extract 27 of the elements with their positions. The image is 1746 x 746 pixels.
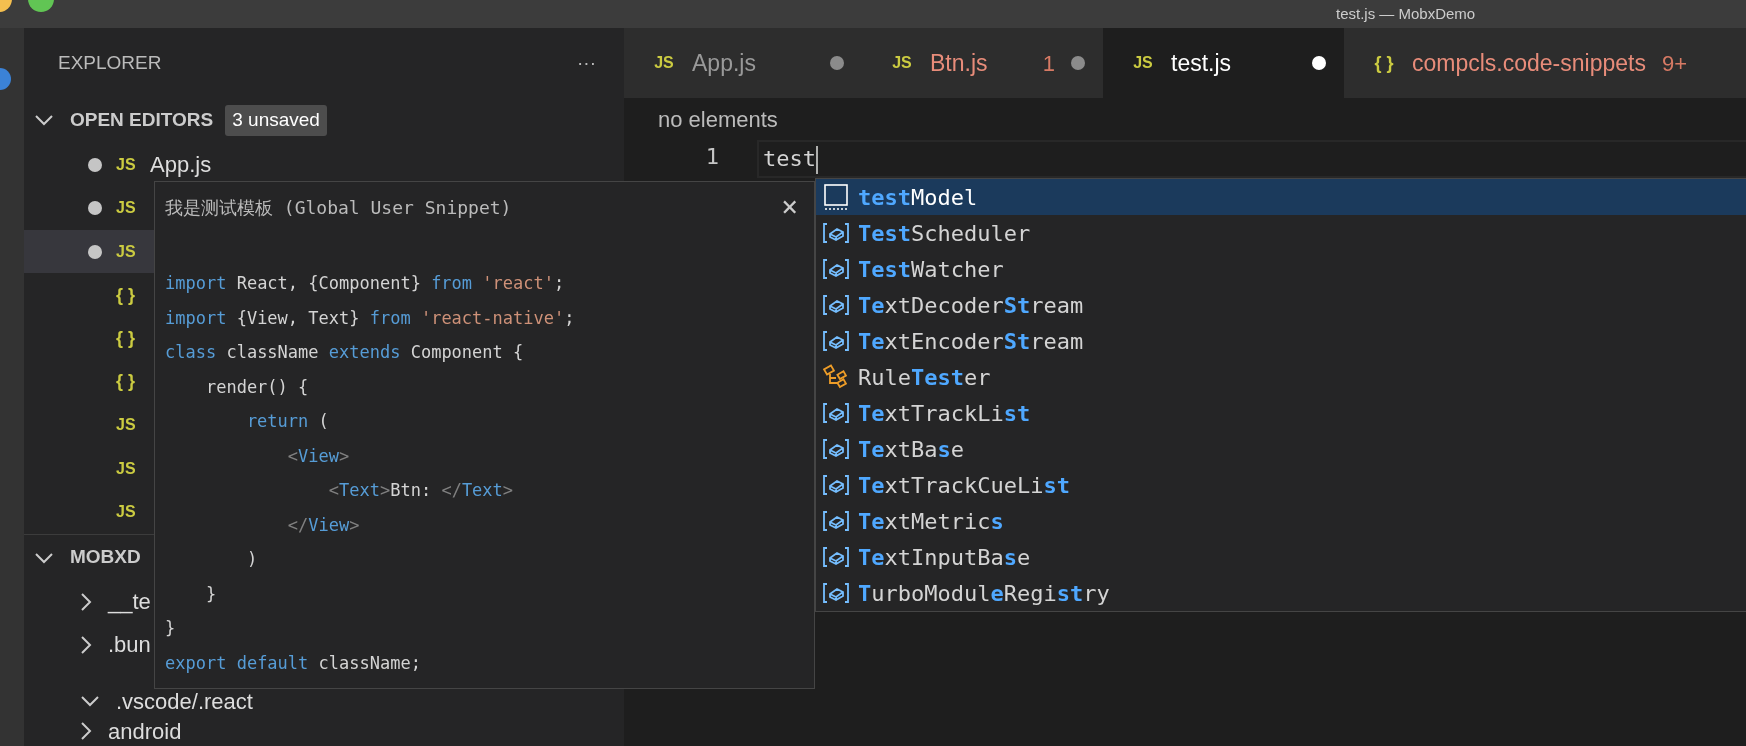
window-title: test.js — MobxDemo [1336,4,1476,24]
code-line: export default className; [165,651,422,675]
code-line: import {View, Text} from 'react-native'; [165,306,576,330]
folder-name: .bun [108,631,151,660]
breadcrumb: no elements [658,105,778,134]
js-file-icon: JS [116,196,140,221]
code-line: return ( [245,410,330,433]
code-text: test [763,146,816,171]
code-line: } [165,617,177,640]
code-line: } [204,582,218,606]
code-line: <Text>Btn: </Text> [327,479,515,502]
unsaved-badge: 3 unsaved [225,105,327,136]
code-line: ) [245,548,259,571]
folder-name: .vscode/.react [116,687,253,716]
code-line: </View> [286,513,361,537]
js-file-icon: JS [116,152,140,177]
code-line: class className extends Component { [165,341,525,364]
file-name: App.js [150,151,212,180]
sidebar-title: EXPLORER [58,50,162,75]
popup-title: 我是测试模板 (Global User Snippet) [165,195,512,220]
code-line: render() { [204,375,310,399]
folder-name: android [108,717,182,746]
folder-name: __te [108,588,151,617]
code-line: <View> [286,444,351,468]
line-number: 1 [704,143,720,171]
code-line: import React, {Component} from 'react'; [165,272,566,295]
js-file-icon: JS [116,239,140,264]
